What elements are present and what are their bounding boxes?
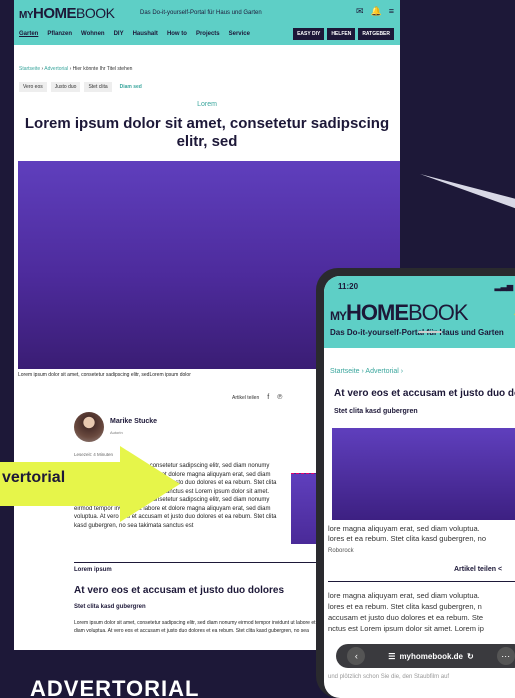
logo-home: HOME [346,300,409,325]
ratgeber-button[interactable]: RATGEBER [358,28,394,40]
mobile-tagline: Das Do-it-yourself-Portal für Haus und G… [330,328,504,337]
nav-item-wohnen[interactable]: Wohnen [81,31,105,37]
logo-home: HOME [33,5,77,22]
breadcrumb-current: Hier könnte Ihr Titel stehen [72,66,133,72]
nav-item-how-to[interactable]: How to [167,31,187,37]
more-icon[interactable]: ⋯ [496,647,515,665]
text-line: lores et ea rebum. Stet clita kasd guber… [328,602,482,611]
share-icon[interactable]: < [498,566,502,573]
tag-item[interactable]: Vero eos [19,82,47,92]
author-name[interactable]: Marike Stucke [110,418,157,425]
nav-item-garten[interactable]: Garten [19,31,38,37]
author-avatar[interactable] [74,412,104,442]
url-field[interactable]: ☰ myhomebook.de ↻ [388,652,473,661]
share-label: Artikel teilen [454,566,497,573]
article-kicker: Lorem [197,101,217,108]
section-title: At vero eos et accusam et justo duo dolo… [74,585,285,596]
logo-my: MY [330,309,347,323]
url-text: myhomebook.de [399,651,464,661]
signal-icon: ▂▃▅ [494,282,514,291]
site-header: MYHOMEBOOK Das Do-it-yourself-Portal für… [14,0,400,45]
text-line: lore magna aliquyam erat, sed diam volup… [328,591,480,600]
tabs-icon: ☰ [388,651,396,661]
nav-item-diy[interactable]: DIY [114,31,124,37]
mobile-hero-image [332,428,515,520]
logo-my: MY [19,10,34,21]
mobile-header: MYHOMEBOOK Das Do-it-yourself-Portal für… [324,298,515,348]
hero-caption: Lorem ipsum dolor sit amet, consetetur s… [18,372,191,378]
phone-screen: 11:20 ▂▃▅ 5G MYHOMEBOOK Das Do-it-yourse… [324,276,515,698]
article-title: Lorem ipsum dolor sit amet, consetetur s… [24,115,390,150]
site-tagline: Das Do-it-yourself-Portal für Haus und G… [140,10,262,16]
nav-item-projects[interactable]: Projects [196,31,220,37]
status-bar: 11:20 ▂▃▅ 5G [324,276,515,298]
breadcrumb-section[interactable]: Advertorial [44,66,68,72]
section-subtitle: Stet clita kasd gubergren [74,604,146,610]
author-role: Autorin [110,430,123,435]
breadcrumb: Startseite › Advertorial › Hier könnte I… [19,66,133,72]
logo-book: BOOK [408,300,469,325]
main-nav: Garten Pflanzen Wohnen DIY Haushalt How … [19,31,250,37]
mobile-footer-text: und plötzlich schon Sie die, den Staubfi… [328,674,450,680]
divider [328,581,515,582]
hero-caption-text: Lorem ipsum dolor sit amet, consetetur s… [18,372,150,378]
facebook-icon[interactable]: f [267,394,269,401]
tag-item[interactable]: Stet clita [84,82,112,92]
mobile-section-title: At vero eos et accusam et justo duo dolo… [334,388,515,399]
mobile-share[interactable]: Artikel teilen < [454,566,502,573]
breadcrumb-home[interactable]: Startseite [19,66,40,72]
mobile-text-block: lore magna aliquyam erat, sed diam volup… [328,590,484,634]
status-time: 11:20 [338,282,359,291]
share-row: Artikel teilen f ℗ [232,394,282,401]
bottom-title: ADVERTORIAL [30,676,200,698]
text-line: lores et ea rebum. Stet clita kasd guber… [328,534,487,543]
logo-book: BOOK [76,5,115,21]
callout-pointer [420,174,515,209]
header-icons: ✉ 🔔 ≡ [356,6,394,17]
mobile-text-block: lore magna aliquyam erat, sed diam volup… [328,524,486,544]
tag-item[interactable]: Justo duo [50,82,81,92]
browser-bar: ‹ ☰ myhomebook.de ↻ ⋯ [336,644,515,668]
arrow-label: vertorial [2,469,66,486]
nav-item-pflanzen[interactable]: Pflanzen [47,31,72,37]
text-line: accusam et justo duo dolores et ea rebum… [328,613,484,622]
nav-item-haushalt[interactable]: Haushalt [133,31,158,37]
hero-credit: Lorem ipsum dolor [149,372,191,378]
tag-item-active[interactable]: Diam sed [116,82,146,92]
text-line: nctus est Lorem ipsum dolor sit amet. Lo… [328,624,484,633]
nav-item-service[interactable]: Service [229,31,250,37]
mobile-logo[interactable]: MYHOMEBOOK [330,300,469,326]
newsletter-icon[interactable]: ✉ [356,6,364,17]
site-logo[interactable]: MYHOMEBOOK [19,5,115,22]
drag-handle[interactable] [418,331,442,333]
text-line: lore magna aliquyam erat, sed diam volup… [328,524,480,533]
mobile-section-subtitle: Stet clita kasd gubergren [334,408,418,415]
image-credit: Roborock [328,548,354,554]
bell-icon[interactable]: 🔔 [371,6,382,17]
phone-mockup: 11:20 ▂▃▅ 5G MYHOMEBOOK Das Do-it-yourse… [316,268,515,698]
nav-buttons: EASY DIY HELFEN RATGEBER [293,28,394,40]
mobile-breadcrumb[interactable]: Startseite › Advertorial › [330,368,403,375]
easy-diy-button[interactable]: EASY DIY [293,28,325,40]
back-icon[interactable]: ‹ [347,647,366,665]
menu-icon[interactable]: ≡ [389,6,394,17]
pinterest-icon[interactable]: ℗ [277,394,282,401]
tag-list: Vero eos Justo duo Stet clita Diam sed [19,82,146,92]
share-label: Artikel teilen [232,394,260,401]
helfen-button[interactable]: HELFEN [327,28,356,40]
status-signal: ▂▃▅ 5G [495,282,515,298]
reload-icon[interactable]: ↻ [467,652,474,661]
